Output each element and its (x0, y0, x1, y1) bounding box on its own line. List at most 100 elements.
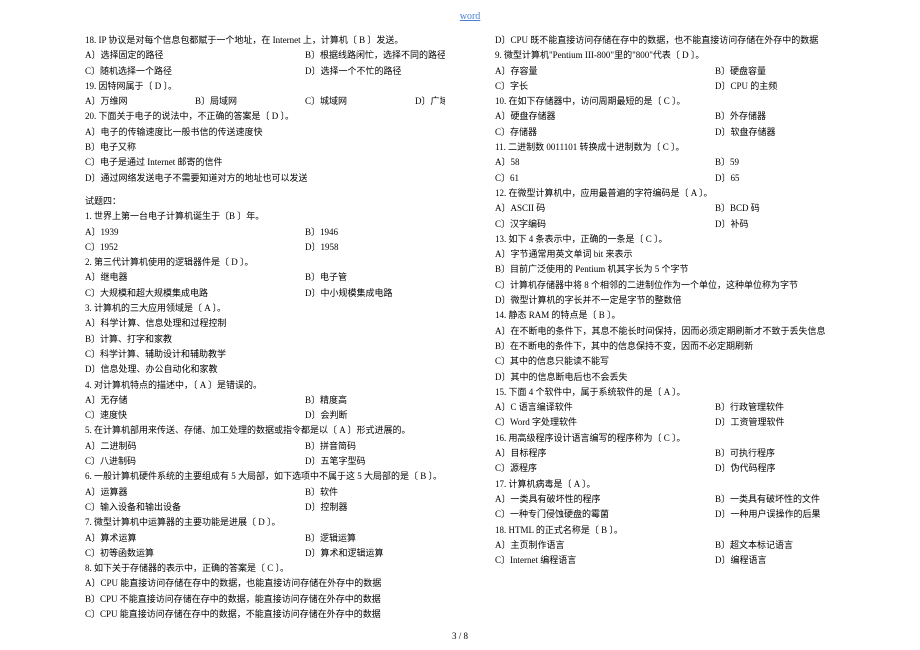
s4-1-a: A〕1939 (85, 225, 305, 240)
q18-c: C〕随机选择一个路径 (85, 64, 305, 79)
s4-6-b: B〕软件 (305, 487, 338, 497)
s4-18-stem: 18. HTML 的正式名称是〔 B 〕。 (495, 523, 855, 538)
s4-10-row2: C〕存储器D〕软盘存储器 (495, 125, 855, 140)
s4-11-row1: A〕58B〕59 (495, 155, 855, 170)
s4-4-row2: C〕速度快D〕会判断 (85, 408, 445, 423)
s4-10-a: A〕硬盘存储器 (495, 109, 715, 124)
s4-16-row2: C〕源程序D〕伪代码程序 (495, 461, 855, 476)
s4-9-row1: A〕存容量B〕硬盘容量 (495, 64, 855, 79)
s4-16-a: A〕目标程序 (495, 446, 715, 461)
s4-3-b: B〕计算、打字和家教 (85, 332, 445, 347)
s4-16-stem: 16. 用高级程序设计语言编写的程序称为〔 C 〕。 (495, 431, 855, 446)
q20-stem: 20. 下面关于电子的说法中，不正确的答案是〔 D 〕。 (85, 109, 445, 124)
s4-5-row1: A〕二进制码B〕拼音简码 (85, 439, 445, 454)
page-footer: 3 / 8 (0, 629, 920, 644)
s4-14-b: B〕在不断电的条件下，其中的信息保持不变，因而不必定期刷新 (495, 339, 855, 354)
s4-12-stem: 12. 在微型计算机中，应用最普遍的字符编码是〔 A 〕。 (495, 186, 855, 201)
s4-7-row2: C〕初等函数运算D〕算术和逻辑运算 (85, 546, 445, 561)
s4-1-c: C〕1952 (85, 240, 305, 255)
s4-17-b: B〕一类具有破坏性的文件 (715, 494, 820, 504)
s4-16-d: D〕伪代码程序 (715, 463, 776, 473)
s4-1-row2: C〕1952D〕1958 (85, 240, 445, 255)
s4-11-a: A〕58 (495, 155, 715, 170)
s4-3-a: A〕科学计算、信息处理和过程控制 (85, 316, 445, 331)
s4-4-a: A〕无存储 (85, 393, 305, 408)
s4-2-d: D〕中小规模集成电路 (305, 288, 393, 298)
s4-2-stem: 2. 第三代计算机使用的逻辑器件是〔 D 〕。 (85, 255, 445, 270)
s4-9-d: D〕CPU 的主频 (715, 81, 777, 91)
s4-3-stem: 3. 计算机的三大应用领域是〔 A 〕。 (85, 301, 445, 316)
s4-7-c: C〕初等函数运算 (85, 546, 305, 561)
s4-7-stem: 7. 微型计算机中运算器的主要功能是进展〔 D 〕。 (85, 515, 445, 530)
s4-2-b: B〕电子管 (305, 272, 347, 282)
s4-1-b: B〕1946 (305, 227, 338, 237)
s4-17-d: D〕一种用户误操作的后果 (715, 509, 821, 519)
q18-a: A〕选择固定的路径 (85, 48, 305, 63)
q20-a: A〕电子的传输速度比一般书信的传送速度快 (85, 125, 445, 140)
q19-stem: 19. 因特网属于〔 D 〕。 (85, 79, 445, 94)
s4-17-c: C〕一种专门侵蚀硬盘的霉菌 (495, 507, 715, 522)
s4-15-stem: 15. 下面 4 个软件中，属于系统软件的是〔 A 〕。 (495, 385, 855, 400)
s4-1-d: D〕1958 (305, 242, 339, 252)
s4-9-stem: 9. 微型计算机"Pentium III-800"里的"800"代表〔 D 〕。 (495, 48, 855, 63)
header-word-link[interactable]: word (85, 8, 855, 25)
s4-12-c: C〕汉字编码 (495, 217, 715, 232)
s4-7-d: D〕算术和逻辑运算 (305, 548, 384, 558)
s4-5-b: B〕拼音简码 (305, 441, 356, 451)
s4-15-a: A〕C 语言编译软件 (495, 400, 715, 415)
q18-row1: A〕选择固定的路径B〕根据线路闲忙，选择不同的路径 (85, 48, 445, 63)
s4-14-a: A〕在不断电的条件下，其息不能长时间保持，因而必须定期刷新才不致于丢失信息 (495, 324, 855, 339)
s4-18-c: C〕Internet 编程语言 (495, 553, 715, 568)
s4-9-c: C〕字长 (495, 79, 715, 94)
s4-11-stem: 11. 二进制数 0011101 转换成十进制数为〔 C 〕。 (495, 140, 855, 155)
s4-4-c: C〕速度快 (85, 408, 305, 423)
s4-16-b: B〕可执行程序 (715, 448, 775, 458)
q19-opts: A〕万维网B〕局域网C〕城域网D〕广域网 (85, 94, 445, 109)
s4-2-c: C〕大规模和超大规模集成电路 (85, 286, 305, 301)
q18-row2: C〕随机选择一个路径D〕选择一个不忙的路径 (85, 64, 445, 79)
s4-8-c: C〕CPU 能直接访问存储在存中的数据，不能直接访问存储在外存中的数据 (85, 607, 445, 622)
s4-18-a: A〕主页制作语言 (495, 538, 715, 553)
s4-10-stem: 10. 在如下存储器中，访问周期最短的是〔 C 〕。 (495, 94, 855, 109)
s4-10-b: B〕外存储器 (715, 111, 766, 121)
s4-13-c: C〕计算机存储器中将 8 个相邻的二进制位作为一个单位，这种单位称为字节 (495, 278, 855, 293)
s4-17-stem: 17. 计算机病毒是〔 A 〕。 (495, 477, 855, 492)
s4-16-c: C〕源程序 (495, 461, 715, 476)
s4-17-a: A〕一类具有破坏性的程序 (495, 492, 715, 507)
s4-10-c: C〕存储器 (495, 125, 715, 140)
s4-8-d: D〕CPU 既不能直接访问存储在存中的数据，也不能直接访问存储在外存中的数据 (495, 33, 855, 48)
s4-10-row1: A〕硬盘存储器B〕外存储器 (495, 109, 855, 124)
s4-15-b: B〕行政管理软件 (715, 402, 784, 412)
s4-6-row1: A〕运算器B〕软件 (85, 485, 445, 500)
s4-16-row1: A〕目标程序B〕可执行程序 (495, 446, 855, 461)
s4-7-b: B〕逻辑运算 (305, 533, 356, 543)
s4-15-row1: A〕C 语言编译软件B〕行政管理软件 (495, 400, 855, 415)
s4-7-a: A〕算术运算 (85, 531, 305, 546)
s4-5-a: A〕二进制码 (85, 439, 305, 454)
s4-14-stem: 14. 静态 RAM 的特点是〔 B 〕。 (495, 308, 855, 323)
q18-d: D〕选择一个不忙的路径 (305, 66, 402, 76)
s4-5-row2: C〕八进制码D〕五笔字型码 (85, 454, 445, 469)
s4-12-b: B〕BCD 码 (715, 203, 760, 213)
q19-c: C〕城域网 (305, 94, 415, 109)
s4-17-row1: A〕一类具有破坏性的程序B〕一类具有破坏性的文件 (495, 492, 855, 507)
q18-b: B〕根据线路闲忙，选择不同的路径 (305, 50, 445, 60)
s4-15-d: D〕工资管理软件 (715, 417, 785, 427)
s4-2-row2: C〕大规模和超大规模集成电路D〕中小规模集成电路 (85, 286, 445, 301)
s4-6-row2: C〕输入设备和输出设备D〕控制器 (85, 500, 445, 515)
s4-11-d: D〕65 (715, 173, 740, 183)
s4-18-row1: A〕主页制作语言B〕超文本标记语言 (495, 538, 855, 553)
s4-12-row2: C〕汉字编码D〕补码 (495, 217, 855, 232)
s4-5-stem: 5. 在计算机部用来传送、存储、加工处理的数据或指令都是以〔 A 〕形式进展的。 (85, 423, 445, 438)
q20-b: B〕电子又称 (85, 140, 445, 155)
s4-11-b: B〕59 (715, 157, 739, 167)
s4-15-c: C〕Word 字处理软件 (495, 415, 715, 430)
s4-4-d: D〕会判断 (305, 410, 348, 420)
s4-1-row1: A〕1939B〕1946 (85, 225, 445, 240)
s4-4-row1: A〕无存储B〕精度高 (85, 393, 445, 408)
s4-9-a: A〕存容量 (495, 64, 715, 79)
s4-14-c: C〕其中的信息只能读不能写 (495, 354, 855, 369)
s4-8-a: A〕CPU 能直接访问存储在存中的数据，也能直接访问存储在外存中的数据 (85, 576, 445, 591)
document-page: word 18. IP 协议是对每个信息包都赋于一个地址，在 Internet … (0, 0, 920, 650)
s4-10-d: D〕软盘存储器 (715, 127, 776, 137)
